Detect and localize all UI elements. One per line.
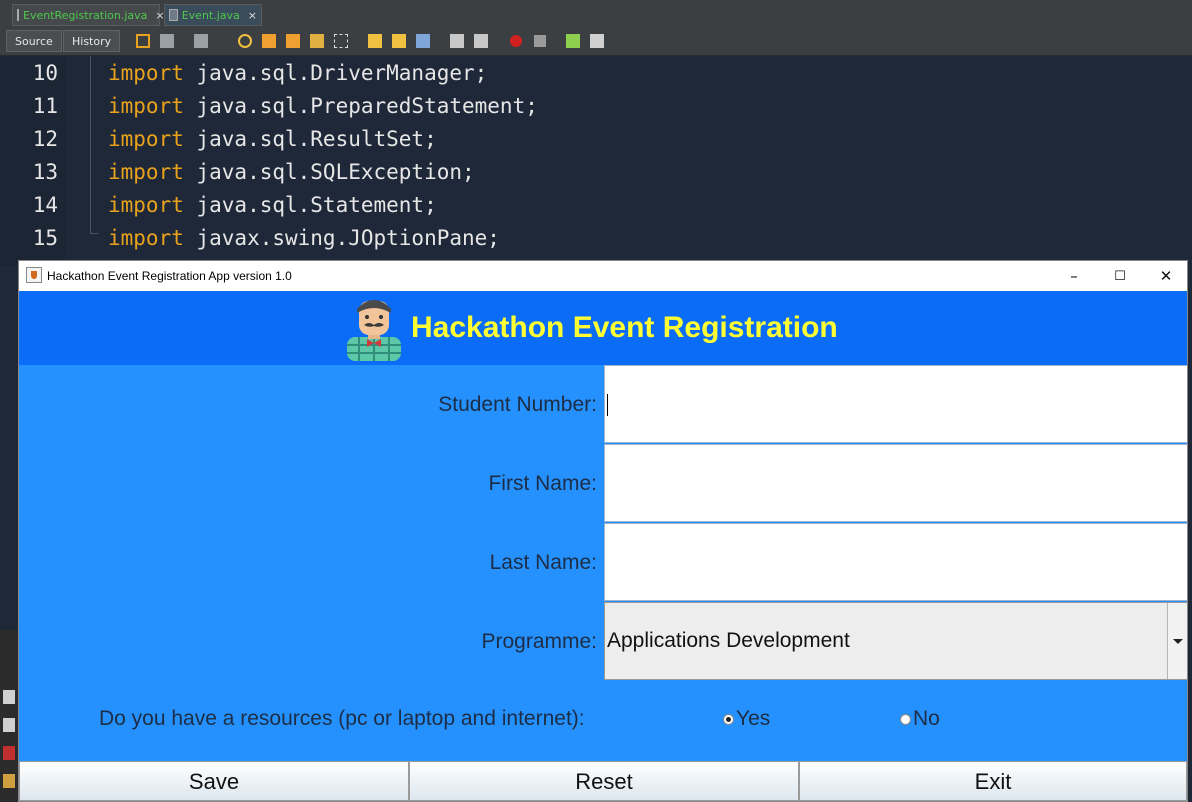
programme-selected-value: Applications Development [607,629,850,652]
keyword: import [108,226,184,250]
output-side-strip [0,630,18,802]
tab-event-java[interactable]: Event.java × [164,4,262,26]
toggle-highlight-icon[interactable] [310,34,324,48]
shift-right-icon[interactable] [474,34,488,48]
find-icon[interactable] [238,34,252,48]
app-title: Hackathon Event Registration [411,311,838,344]
tab-label: Event.java [181,8,240,22]
resources-question-label: Do you have a resources (pc or laptop an… [99,707,585,730]
shift-left-icon[interactable] [450,34,464,48]
code-line: import java.sql.ResultSet; [108,123,437,156]
app-window: Hackathon Event Registration App version… [18,260,1188,802]
keyword: import [108,160,184,184]
last-name-field[interactable] [604,523,1187,601]
radio-label: No [913,707,940,730]
chevron-down-icon [1172,638,1183,644]
app-header: Hackathon Event Registration [19,291,1187,365]
keyword: import [108,61,184,85]
resources-no-radio[interactable]: No [900,679,940,759]
java-file-icon [17,9,19,21]
toggle-rectangular-selection-icon[interactable] [334,34,348,48]
editor-toolbar: Source History [0,28,1192,56]
maximize-button[interactable]: ☐ [1097,261,1143,291]
close-button[interactable]: ✕ [1143,261,1187,291]
programme-label: Programme: [481,630,597,653]
radio-selected-icon[interactable] [723,713,734,725]
tab-close-icon[interactable]: × [248,9,257,22]
fold-guide [90,56,91,234]
stop-icon[interactable] [3,746,15,760]
last-edit-icon[interactable] [136,34,150,48]
code-text: java.sql.Statement; [183,193,437,217]
find-previous-icon[interactable] [262,34,276,48]
first-name-label: First Name: [488,472,597,495]
comment-icon[interactable] [566,34,580,48]
text-caret [607,394,608,416]
keyword: import [108,94,184,118]
code-text: java.sql.PreparedStatement; [183,94,538,118]
line-number: 10 [32,61,58,85]
find-next-icon[interactable] [286,34,300,48]
code-editor[interactable]: 10 11 12 13 14 15 import java.sql.Driver… [0,56,1192,266]
code-text: javax.swing.JOptionPane; [183,226,500,250]
first-name-field[interactable] [604,444,1187,522]
fold-guide-end [90,233,98,234]
tab-label: EventRegistration.java [23,8,148,22]
java-file-icon [169,9,178,21]
radio-label: Yes [736,707,771,730]
forward-icon[interactable] [194,34,208,48]
keyword: import [108,193,184,217]
ide-tab-bar: EventRegistration.java × Event.java × [0,0,1192,29]
minimize-button[interactable]: – [1051,261,1097,291]
window-title-bar[interactable]: Hackathon Event Registration App version… [19,261,1187,291]
line-number: 12 [32,127,58,151]
code-text: java.sql.DriverManager; [183,61,488,85]
tab-eventregistration-java[interactable]: EventRegistration.java × [12,4,165,26]
history-button[interactable]: History [63,30,121,52]
window-title: Hackathon Event Registration App version… [47,269,292,283]
code-line: import java.sql.DriverManager; [108,57,487,90]
start-macro-recording-icon[interactable] [510,35,522,47]
code-text: java.sql.SQLException; [183,160,475,184]
back-icon[interactable] [160,34,174,48]
student-number-label: Student Number: [438,393,597,416]
line-number: 13 [32,160,58,184]
rerun-icon[interactable] [3,718,15,732]
resources-yes-radio[interactable]: Yes [723,679,770,759]
student-number-field[interactable] [604,365,1187,443]
code-text: java.sql.ResultSet; [183,127,437,151]
line-number: 11 [32,94,58,118]
settings-icon[interactable] [3,774,15,788]
toggle-bookmark-icon[interactable] [416,34,430,48]
stop-macro-recording-icon[interactable] [534,35,546,47]
code-line: import javax.swing.JOptionPane; [108,222,500,255]
save-button[interactable]: Save [19,761,409,801]
code-line: import java.sql.SQLException; [108,156,475,189]
line-number-gutter: 10 11 12 13 14 15 [0,56,66,266]
uncomment-icon[interactable] [590,34,604,48]
code-line: import java.sql.Statement; [108,189,437,222]
next-bookmark-icon[interactable] [392,34,406,48]
run-icon[interactable] [3,690,15,704]
action-bar: Save Reset Exit [19,761,1187,801]
last-name-label: Last Name: [489,551,597,574]
reset-button[interactable]: Reset [409,761,799,801]
exit-button[interactable]: Exit [799,761,1187,801]
hipster-avatar-icon [347,300,401,361]
dropdown-button[interactable] [1167,603,1187,679]
source-button[interactable]: Source [6,30,62,52]
previous-bookmark-icon[interactable] [368,34,382,48]
code-line: import java.sql.PreparedStatement; [108,90,538,123]
keyword: import [108,127,184,151]
programme-combobox[interactable]: Applications Development [604,602,1187,680]
java-app-icon [26,267,42,283]
radio-unselected-icon[interactable] [900,713,911,725]
line-number: 14 [32,193,58,217]
line-number: 15 [32,226,58,250]
